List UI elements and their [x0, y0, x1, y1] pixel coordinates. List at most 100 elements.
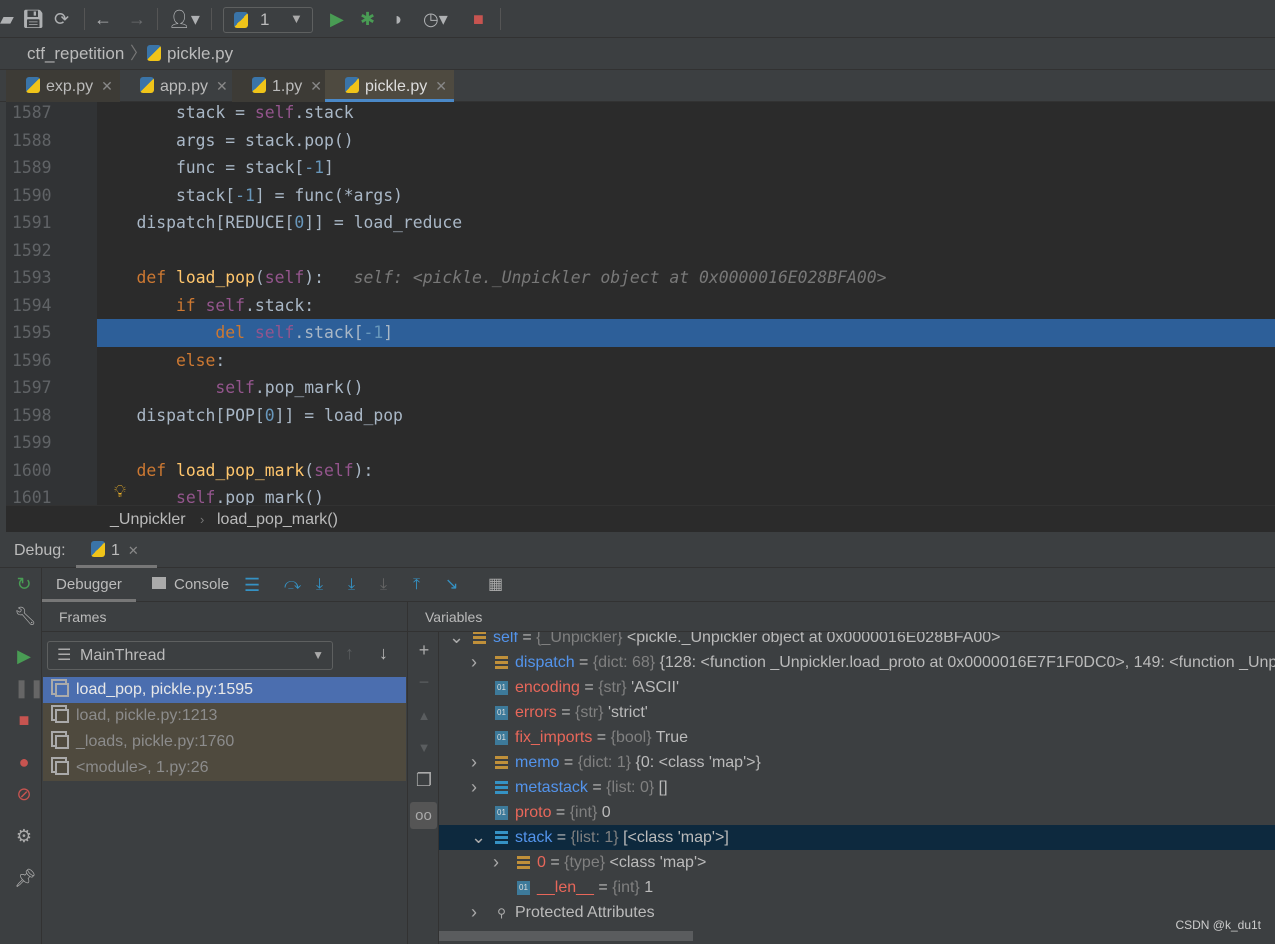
tab-console[interactable]: Console	[152, 568, 229, 602]
tab-app-py[interactable]: app.py ✕	[120, 70, 232, 102]
code-line[interactable]: 1596 else:	[6, 347, 1275, 375]
force-step-into-icon[interactable]: ⤓	[380, 568, 387, 602]
code-line[interactable]: 1593 def load_pop(self): self: <pickle._…	[6, 264, 1275, 292]
menu-icon[interactable]: ☰	[244, 568, 260, 602]
variable-row[interactable]: 01 encoding = {str} 'ASCII'	[439, 675, 1275, 700]
variable-row[interactable]: ⌄ stack = {list: 1} [<class 'map'>]	[439, 825, 1275, 850]
variable-type: {_Unpickler}	[536, 632, 623, 646]
back-icon[interactable]: ←	[94, 9, 112, 29]
variable-row[interactable]: 01 fix_imports = {bool} True	[439, 725, 1275, 750]
variable-row[interactable]: › metastack = {list: 0} []	[439, 775, 1275, 800]
variable-row[interactable]: ⌄ self = {_Unpickler} <pickle._Unpickler …	[439, 632, 1275, 650]
tab-exp-py[interactable]: exp.py ✕	[6, 70, 120, 102]
lightbulb-icon[interactable]: 💡︎	[114, 482, 126, 502]
variable-name: fix_imports	[515, 729, 593, 746]
run-icon[interactable]: ▶	[330, 9, 344, 29]
frame-item[interactable]: load_pop, pickle.py:1595	[43, 677, 406, 703]
previous-frame-icon[interactable]: ↑	[345, 643, 354, 664]
pin-icon[interactable]: 📌︎	[14, 868, 37, 889]
add-watch-icon[interactable]: +	[414, 640, 434, 661]
variable-row[interactable]: 01 __len__ = {int} 1	[439, 875, 1275, 900]
code-line[interactable]: 1595 del self.stack[-1]	[6, 319, 1275, 347]
variable-row[interactable]: › memo = {dict: 1} {0: <class 'map'>}	[439, 750, 1275, 775]
stop-icon[interactable]: ■	[14, 710, 34, 731]
code-line[interactable]: 1601 self.pop_mark()	[6, 484, 1275, 505]
remove-watch-icon[interactable]: −	[414, 672, 434, 693]
variable-row[interactable]: › 0 = {type} <class 'map'>	[439, 850, 1275, 875]
step-over-icon[interactable]: ⤼	[284, 568, 301, 602]
forward-icon[interactable]: →	[128, 9, 146, 29]
code-line[interactable]: 1590 stack[-1] = func(*args)	[6, 182, 1275, 210]
crumb-class[interactable]: _Unpickler	[110, 506, 186, 533]
debug-icon[interactable]: ✱	[360, 9, 375, 29]
move-up-icon[interactable]: ▲	[414, 708, 434, 723]
tab-debugger[interactable]: Debugger	[42, 568, 136, 602]
profile-icon[interactable]: ◷▾	[423, 9, 448, 29]
step-out-icon[interactable]: ⤒	[413, 568, 420, 602]
line-number: 1590	[12, 185, 52, 205]
code-line[interactable]: 1598 dispatch[POP[0]] = load_pop	[6, 402, 1275, 430]
rerun-icon[interactable]: ↻	[14, 574, 34, 595]
variable-row[interactable]: 01 errors = {str} 'strict'	[439, 700, 1275, 725]
frame-item[interactable]: _loads, pickle.py:1760	[43, 729, 406, 755]
mute-breakpoints-icon[interactable]: ⊘	[14, 784, 34, 805]
variable-row[interactable]: › ⚲ Protected Attributes	[439, 900, 1275, 925]
code-line[interactable]: 1597 self.pop_mark()	[6, 374, 1275, 402]
view-breakpoints-icon[interactable]: ●	[14, 752, 34, 773]
thread-select[interactable]: ☰ MainThread ▼	[47, 641, 333, 670]
evaluate-expression-icon[interactable]: ▦	[488, 568, 503, 602]
coverage-icon[interactable]: ◗	[393, 9, 404, 29]
horizontal-scrollbar[interactable]	[439, 931, 693, 941]
breadcrumb-file[interactable]: pickle.py	[147, 38, 233, 70]
open-icon[interactable]: ▰	[0, 9, 14, 29]
chevron-right-icon[interactable]: ›	[471, 900, 477, 925]
code-line[interactable]: 1599	[6, 429, 1275, 457]
stop-icon[interactable]: ■	[473, 9, 484, 29]
user-icon[interactable]: 👤︎▾	[168, 9, 200, 29]
code-line[interactable]: 1587 stack = self.stack	[6, 102, 1275, 127]
chevron-right-icon[interactable]: ›	[471, 775, 477, 800]
code-line[interactable]: 1589 func = stack[-1]	[6, 154, 1275, 182]
chevron-right-icon[interactable]: ›	[471, 650, 477, 675]
next-frame-icon[interactable]: ↓	[379, 643, 388, 664]
run-config-select[interactable]: 1 ▼	[223, 7, 313, 33]
code-editor[interactable]: 1587 stack = self.stack 1588 args = stack…	[6, 102, 1275, 505]
glasses-icon[interactable]: oo	[410, 802, 437, 829]
chevron-down-icon[interactable]: ⌄	[471, 825, 486, 850]
close-icon[interactable]: ✕	[435, 78, 447, 94]
close-icon[interactable]: ✕	[216, 78, 228, 94]
close-icon[interactable]: ✕	[128, 543, 139, 558]
code-line[interactable]: 1594 if self.stack:	[6, 292, 1275, 320]
gear-icon[interactable]: ⚙	[14, 826, 34, 847]
move-down-icon[interactable]: ▼	[414, 740, 434, 755]
wrench-icon[interactable]: 🔧︎	[14, 606, 37, 627]
variable-row[interactable]: 01 proto = {int} 0	[439, 800, 1275, 825]
code-line[interactable]: 1600 def load_pop_mark(self):	[6, 457, 1275, 485]
breadcrumb-project[interactable]: ctf_repetition	[27, 38, 124, 70]
close-icon[interactable]: ✕	[101, 78, 113, 94]
run-to-cursor-icon[interactable]: ↘	[445, 568, 458, 602]
step-into-my-code-icon[interactable]: ⤓	[348, 568, 355, 602]
save-icon[interactable]: 💾︎	[22, 9, 45, 29]
tab-1-py[interactable]: 1.py ✕	[232, 70, 325, 102]
chevron-right-icon[interactable]: ›	[471, 750, 477, 775]
frame-item[interactable]: load, pickle.py:1213	[43, 703, 406, 729]
pause-icon[interactable]: ❚❚	[14, 678, 44, 699]
sync-icon[interactable]: ⟳	[54, 9, 69, 29]
tab-pickle-py[interactable]: pickle.py ✕	[325, 70, 454, 102]
copy-icon[interactable]: ❐	[414, 770, 434, 791]
code-line[interactable]: 1588 args = stack.pop()	[6, 127, 1275, 155]
chevron-right-icon[interactable]: ›	[493, 850, 499, 875]
close-icon[interactable]: ✕	[310, 78, 322, 94]
code-line[interactable]: 1592	[6, 237, 1275, 265]
chevron-down-icon[interactable]: ⌄	[449, 632, 464, 650]
variable-row[interactable]: › dispatch = {dict: 68} {128: <function _…	[439, 650, 1275, 675]
variables-side-toolbar: + − ▲ ▼ ❐ oo	[407, 632, 439, 944]
code-line[interactable]: 1591 dispatch[REDUCE[0]] = load_reduce	[6, 209, 1275, 237]
line-number: 1587	[12, 103, 52, 122]
debug-session-tab[interactable]: 1 ✕	[76, 536, 157, 568]
frame-item[interactable]: <module>, 1.py:26	[43, 755, 406, 781]
crumb-method[interactable]: load_pop_mark()	[217, 506, 338, 533]
resume-icon[interactable]: ▶	[14, 646, 34, 667]
step-into-icon[interactable]: ⤓	[316, 568, 323, 602]
